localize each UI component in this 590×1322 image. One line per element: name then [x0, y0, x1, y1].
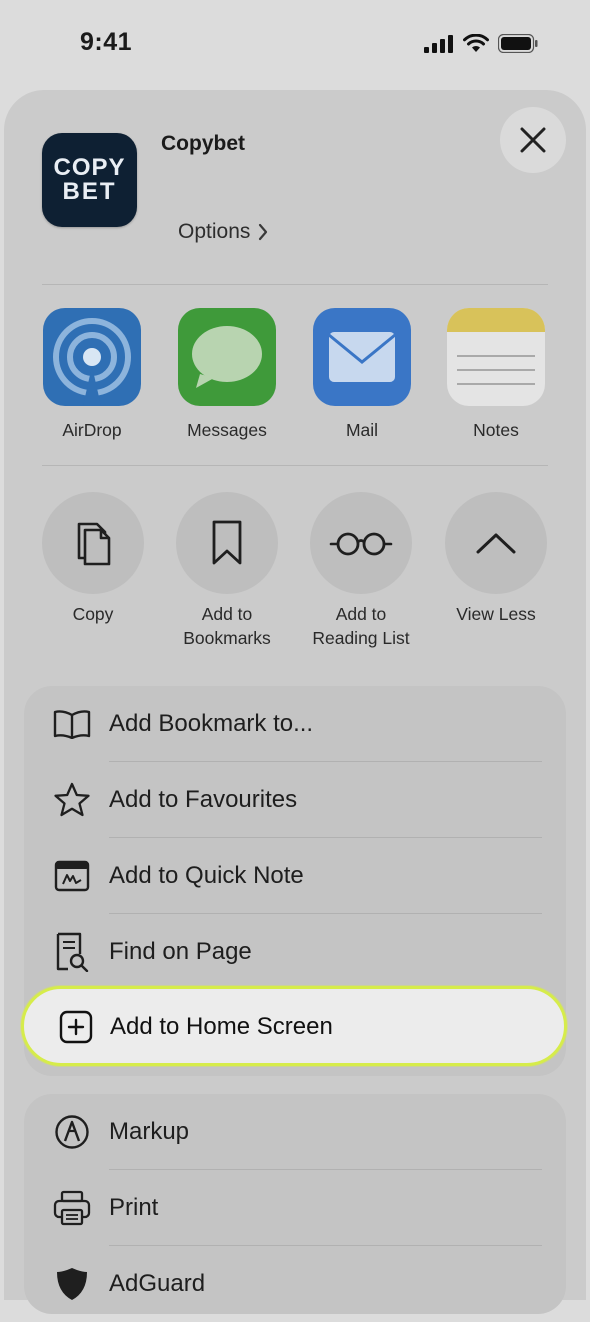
- share-target-label: Messages: [187, 420, 267, 440]
- action-circle: [42, 492, 144, 594]
- chevron-up-icon: [476, 533, 516, 554]
- action-label: Copy: [72, 604, 114, 624]
- copy-icon: [77, 522, 111, 566]
- share-target-airdrop[interactable]: AirDrop: [22, 308, 162, 441]
- action-add-to-reading-list[interactable]: Add to Reading List: [286, 492, 436, 650]
- status-time: 9:41: [80, 28, 133, 56]
- wifi-icon: [463, 34, 489, 52]
- adguard-icon: [52, 1264, 92, 1304]
- status-bar: 9:41: [0, 0, 590, 90]
- menu-item-add-bookmark-to[interactable]: Add Bookmark to...: [24, 686, 566, 762]
- close-icon: [520, 127, 546, 153]
- action-circle: [176, 492, 278, 594]
- notes-icon: [447, 308, 545, 406]
- options-button[interactable]: Options: [178, 220, 268, 244]
- action-copy[interactable]: Copy: [18, 492, 168, 626]
- menu-item-label: Add to Home Screen: [110, 1013, 333, 1040]
- share-target-messages[interactable]: Messages: [157, 308, 297, 441]
- menu-item-label: Add to Favourites: [109, 786, 298, 813]
- find-on-page-icon: [52, 932, 92, 972]
- menu-group-secondary: Markup Print AdGuard: [24, 1094, 566, 1314]
- app-icon-line2: BET: [62, 178, 117, 205]
- menu-item-label: Markup: [109, 1118, 190, 1145]
- menu-item-add-to-favourites[interactable]: Add to Favourites: [24, 762, 566, 838]
- menu-item-print[interactable]: Print: [24, 1170, 566, 1246]
- markup-icon: [52, 1112, 92, 1152]
- action-circle: [445, 492, 547, 594]
- action-label: Add to Bookmarks: [183, 604, 271, 648]
- divider: [42, 284, 548, 285]
- status-icons: [424, 34, 538, 53]
- menu-item-label: AdGuard: [109, 1270, 206, 1297]
- action-label: Add to Reading List: [312, 604, 410, 648]
- options-label: Options: [178, 220, 251, 243]
- battery-icon: [498, 34, 538, 53]
- menu-item-label: Find on Page: [109, 938, 252, 965]
- divider: [42, 465, 548, 466]
- chevron-right-icon: [259, 223, 268, 241]
- printer-icon: [52, 1188, 92, 1228]
- menu-item-add-to-home-screen[interactable]: Add to Home Screen: [21, 986, 567, 1066]
- close-button[interactable]: [500, 107, 566, 173]
- share-target-label: AirDrop: [62, 420, 122, 440]
- cellular-signal-icon: [424, 34, 453, 53]
- share-target-notes[interactable]: Notes: [426, 308, 566, 441]
- bookmark-icon: [212, 520, 242, 565]
- airdrop-icon: [43, 308, 141, 406]
- app-icon-line1: COPY: [53, 154, 126, 181]
- app-title: Copybet: [161, 132, 245, 155]
- menu-item-label: Add Bookmark to...: [109, 710, 314, 737]
- menu-item-label: Add to Quick Note: [109, 862, 304, 889]
- plus-square-icon: [56, 1007, 96, 1047]
- share-target-label: Mail: [345, 420, 379, 440]
- menu-item-add-to-quick-note[interactable]: Add to Quick Note: [24, 838, 566, 914]
- star-icon: [52, 780, 92, 820]
- action-add-to-bookmarks[interactable]: Add to Bookmarks: [152, 492, 302, 650]
- mail-icon: [313, 308, 411, 406]
- share-target-label: Notes: [473, 420, 519, 440]
- menu-item-label: Print: [109, 1194, 159, 1221]
- menu-item-adguard[interactable]: AdGuard: [24, 1246, 566, 1322]
- action-view-less[interactable]: View Less: [421, 492, 571, 626]
- menu-item-markup[interactable]: Markup: [24, 1094, 566, 1170]
- messages-icon: [178, 308, 276, 406]
- glasses-icon: [329, 532, 393, 556]
- app-icon: COPY BET: [42, 133, 137, 227]
- quick-note-icon: [52, 856, 92, 896]
- book-icon: [52, 704, 92, 744]
- action-circle: [310, 492, 412, 594]
- menu-item-find-on-page[interactable]: Find on Page: [24, 914, 566, 990]
- share-target-mail[interactable]: Mail: [292, 308, 432, 441]
- action-label: View Less: [456, 604, 536, 624]
